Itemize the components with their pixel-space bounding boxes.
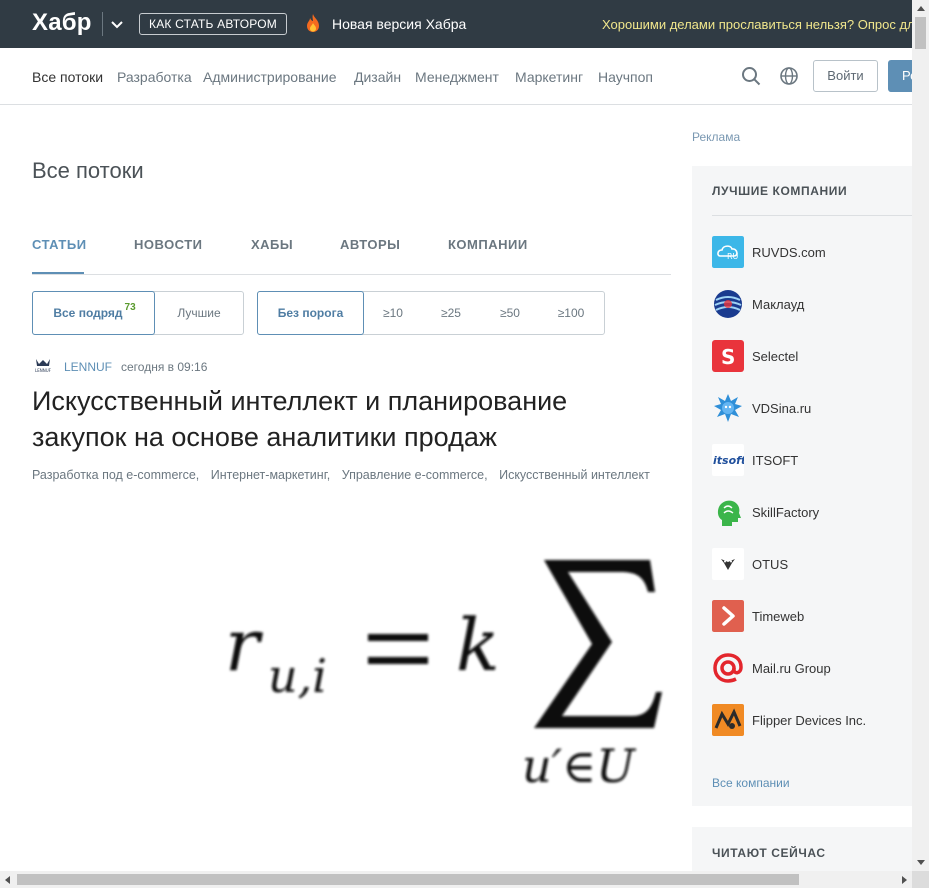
company-name: RUVDS.com: [752, 245, 826, 260]
nav-marketing[interactable]: Маркетинг: [515, 69, 583, 85]
filter-best[interactable]: Лучшие: [157, 292, 241, 334]
svg-text:S: S: [721, 345, 735, 369]
company-name: Selectel: [752, 349, 799, 364]
sort-filter: Все подряд 73 Лучшие: [32, 291, 244, 335]
rating-threshold-filter: Без порога ≥10 ≥25 ≥50 ≥100: [257, 291, 605, 335]
nav-popsci[interactable]: Научпоп: [598, 69, 653, 85]
filter-all[interactable]: Все подряд 73: [32, 291, 155, 335]
tab-articles[interactable]: СТАТЬИ: [32, 237, 87, 252]
publish-time: сегодня в 09:16: [121, 360, 208, 374]
horizontal-scroll-thumb[interactable]: [17, 874, 799, 885]
vertical-scroll-thumb[interactable]: [915, 17, 926, 49]
svg-text:k: k: [456, 603, 500, 687]
threshold-10[interactable]: ≥10: [365, 292, 421, 334]
chevron-down-icon[interactable]: [108, 14, 126, 34]
maklaud-logo-icon: [714, 290, 742, 318]
reading-now-header: ЧИТАЮТ СЕЙЧАС: [712, 846, 826, 860]
article-title[interactable]: Искусственный интеллект и планирование з…: [32, 383, 652, 455]
hub-link[interactable]: Искусственный интеллект: [499, 468, 650, 482]
svg-text:u,i: u,i: [268, 649, 327, 703]
ad-label: Реклама: [692, 130, 741, 144]
threshold-100[interactable]: ≥100: [539, 292, 603, 334]
scrollbar-corner: [912, 871, 929, 888]
nav-development[interactable]: Разработка: [117, 69, 192, 85]
article-hubs: Разработка под e-commerce, Интернет-марк…: [32, 468, 658, 482]
svg-text:u′∈U: u′∈U: [522, 739, 637, 793]
top-companies-header: ЛУЧШИЕ КОМПАНИИ: [712, 184, 848, 198]
hub-link[interactable]: Разработка под e-commerce,: [32, 468, 199, 482]
scroll-down-arrow-icon[interactable]: [917, 860, 925, 865]
logo-divider: [102, 12, 103, 36]
nav-all-flows[interactable]: Все потоки: [32, 69, 103, 85]
svg-text:itsoft: itsoft: [713, 454, 744, 467]
company-name: Timeweb: [752, 609, 805, 624]
tab-hubs[interactable]: ХАБЫ: [251, 237, 293, 252]
scroll-left-arrow-icon[interactable]: [5, 876, 10, 884]
tab-authors[interactable]: АВТОРЫ: [340, 237, 400, 252]
threshold-none[interactable]: Без порога: [257, 291, 364, 335]
new-count-badge: 73: [124, 302, 136, 313]
company-name: Flipper Devices Inc.: [752, 713, 867, 728]
svg-text:LENNUF: LENNUF: [35, 368, 52, 373]
article-cover-image[interactable]: r u,i k u′∈U: [200, 520, 672, 800]
how-to-become-author-button[interactable]: КАК СТАТЬ АВТОРОМ: [139, 13, 287, 35]
company-name: SkillFactory: [752, 505, 820, 520]
filter-all-label: Все подряд: [53, 306, 123, 320]
timeweb-logo-icon: [712, 600, 744, 632]
company-avatar[interactable]: LENNUF: [32, 358, 54, 374]
globe-icon[interactable]: [779, 66, 799, 86]
nav-management[interactable]: Менеджмент: [415, 69, 499, 85]
itsoft-logo-icon: itsoft: [712, 444, 744, 476]
article-author[interactable]: LENNUF: [64, 360, 112, 374]
tab-news[interactable]: НОВОСТИ: [134, 237, 203, 252]
horizontal-scrollbar[interactable]: [0, 871, 912, 888]
selectel-logo-icon: S: [712, 340, 744, 372]
hub-link[interactable]: Управление e-commerce,: [342, 468, 488, 482]
widget-divider: [712, 215, 912, 216]
skillfactory-logo-icon: [717, 500, 741, 526]
flows-navigation: Все потоки Разработка Администрирование …: [0, 48, 918, 105]
scroll-up-arrow-icon[interactable]: [917, 6, 925, 11]
hub-link[interactable]: Интернет-маркетинг,: [211, 468, 330, 482]
company-name: ITSOFT: [752, 453, 799, 468]
mailru-logo-icon: [713, 653, 743, 683]
threshold-25[interactable]: ≥25: [421, 292, 481, 334]
company-name: VDSina.ru: [752, 401, 812, 416]
nav-administration[interactable]: Администрирование: [203, 69, 337, 85]
fire-icon: [307, 14, 319, 32]
vertical-scrollbar[interactable]: [912, 0, 929, 871]
tab-companies[interactable]: КОМПАНИИ: [448, 237, 528, 252]
flipper-logo-icon: [712, 704, 744, 736]
page-title: Все потоки: [32, 158, 144, 183]
otus-logo-icon: [712, 548, 744, 580]
scroll-right-arrow-icon[interactable]: [902, 876, 907, 884]
company-name: Маклауд: [752, 297, 805, 312]
active-tab-indicator: [32, 272, 84, 274]
promo-banner-text[interactable]: Хорошими делами прославиться нельзя? Опр…: [602, 17, 912, 32]
all-companies-link[interactable]: Все компании: [712, 776, 790, 790]
top-header-bar: Хабр КАК СТАТЬ АВТОРОМ Новая версия Хабр…: [0, 0, 912, 48]
svg-text:r: r: [225, 603, 263, 687]
vdsina-logo-icon: [714, 394, 742, 422]
svg-text:RU: RU: [727, 252, 739, 261]
nav-design[interactable]: Дизайн: [354, 69, 401, 85]
company-name: OTUS: [752, 557, 789, 572]
search-icon[interactable]: [741, 66, 761, 86]
habr-logo[interactable]: Хабр: [32, 9, 92, 37]
login-button[interactable]: Войти: [813, 60, 878, 92]
top-companies-widget: ЛУЧШИЕ КОМПАНИИ RU RUVDS.com Маклауд S S…: [692, 166, 912, 806]
threshold-50[interactable]: ≥50: [481, 292, 539, 334]
new-version-link[interactable]: Новая версия Хабра: [332, 16, 466, 32]
ruvds-logo-icon: RU: [712, 236, 744, 268]
tabs-divider: [32, 274, 671, 275]
company-name: Mail.ru Group: [752, 661, 831, 676]
